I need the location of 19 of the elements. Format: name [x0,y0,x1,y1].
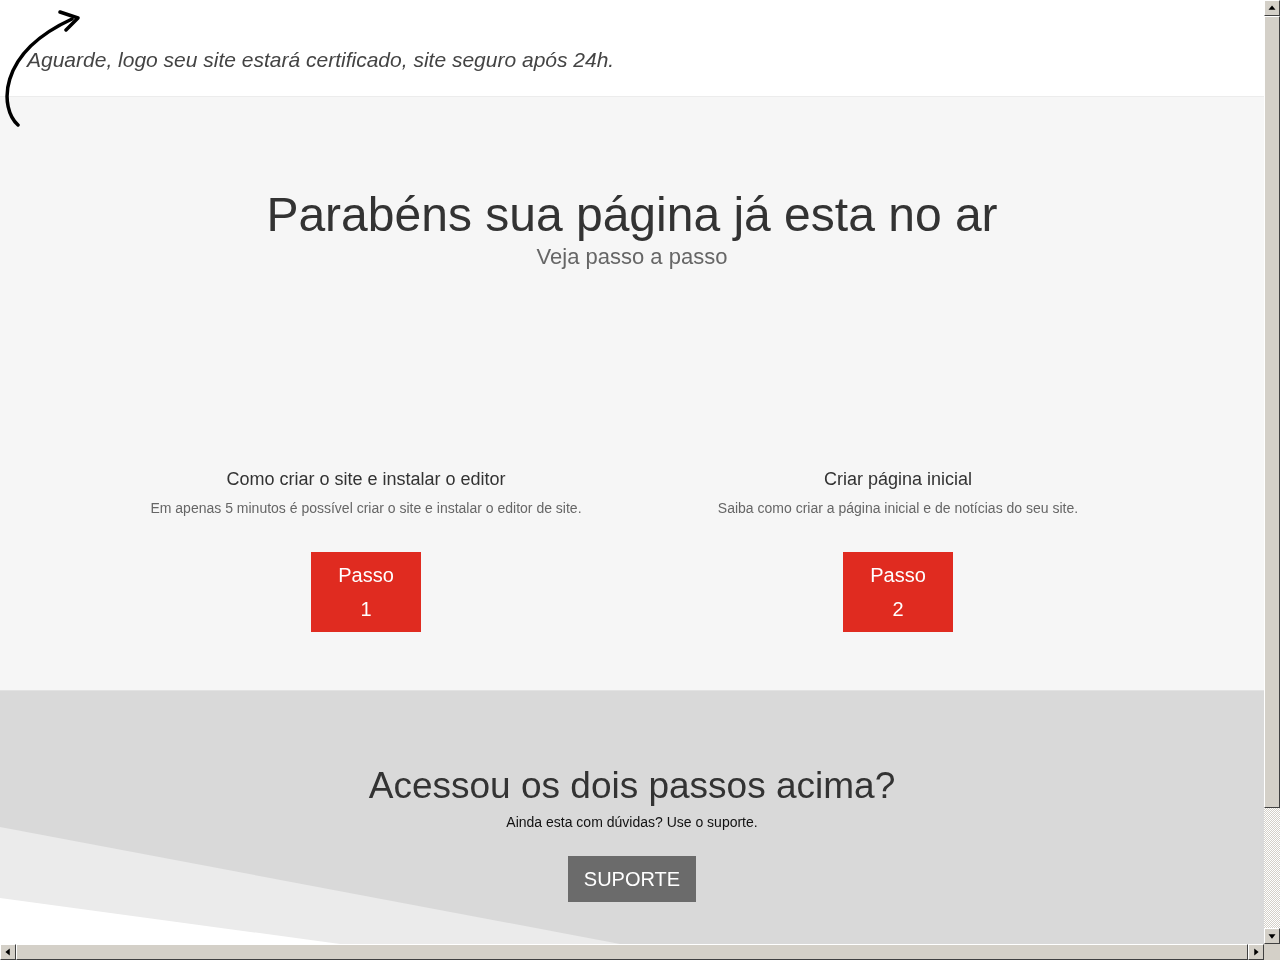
step-button[interactable]: Passo 1 [311,552,421,632]
notice-text: Aguarde, logo seu site estará certificado, site seguro após 24h. [27,47,615,74]
scroll-up-icon[interactable] [1264,0,1280,16]
page-subtitle: Veja passo a passo [536,243,728,271]
support-text: Ainda esta com dúvidas? Use o suporte. [506,813,758,832]
scrollbar-corner [1264,944,1280,960]
scroll-left-icon[interactable] [0,944,16,960]
support-button[interactable]: SUPORTE [568,856,696,902]
support-heading: Acessou os dois passos acima? [368,764,896,808]
step-button[interactable]: Passo 2 [843,552,953,632]
scroll-down-icon[interactable] [1264,928,1280,944]
page-heading: Parabéns sua página já esta no ar [266,187,998,243]
scrollbar-thumb[interactable] [1264,16,1280,808]
vertical-scrollbar[interactable] [1264,0,1280,944]
step-title: Criar página inicial [823,468,973,491]
step-title: Como criar o site e instalar o editor [226,468,506,491]
step-description: Em apenas 5 minutos é possível criar o site e instalar o editor de site. [150,499,582,518]
step-description: Saiba como criar a página inicial e de notícias do seu site. [717,499,1079,518]
scroll-right-icon[interactable] [1248,944,1264,960]
